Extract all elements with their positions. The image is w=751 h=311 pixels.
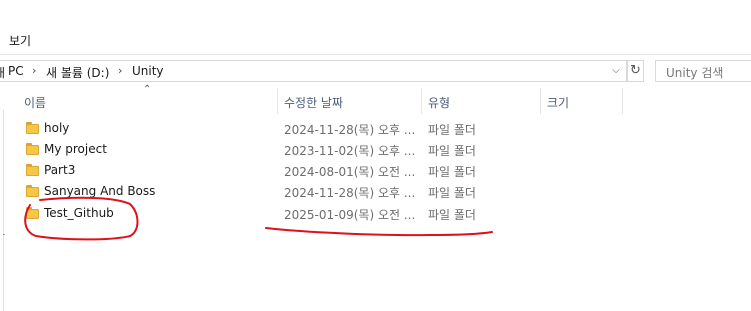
navigation-pane-edge	[3, 110, 4, 311]
sort-ascending-icon: ⌃	[143, 84, 152, 95]
list-item[interactable]: Sanyang And Boss 2024-11-28(목) 오후 ... 파일…	[20, 182, 520, 203]
item-date: 2024-08-01(목) 오전 ...	[284, 165, 416, 179]
folder-icon	[26, 164, 39, 176]
column-header-type[interactable]: 유형	[428, 94, 450, 111]
refresh-icon[interactable]: ↻	[627, 60, 644, 82]
item-name: My project	[44, 142, 107, 156]
folder-icon	[26, 122, 39, 134]
list-item[interactable]: My project 2023-11-02(목) 오후 ... 파일 폴더	[20, 140, 520, 161]
chevron-down-icon[interactable]: ⌵	[608, 62, 624, 80]
column-header-name[interactable]: 이름	[24, 94, 46, 111]
chevron-right-icon[interactable]: ›	[118, 64, 122, 77]
ribbon: 보기	[0, 0, 751, 55]
tab-view[interactable]: 보기	[9, 32, 31, 49]
item-date: 2025-01-09(목) 오전 ...	[284, 208, 416, 222]
breadcrumb-prefix: 내	[0, 64, 5, 81]
item-type: 파일 폴더	[428, 123, 476, 137]
search-input[interactable]: Unity 검색	[655, 60, 751, 82]
breadcrumb-drive[interactable]: 새 볼륨 (D:)	[46, 64, 109, 81]
list-item[interactable]: Test_Github 2025-01-09(목) 오전 ... 파일 폴더	[20, 204, 520, 225]
breadcrumb-this-pc[interactable]: PC	[8, 64, 24, 78]
item-type: 파일 폴더	[428, 165, 476, 179]
address-bar[interactable]: 내 PC › 새 볼륨 (D:) › Unity	[0, 60, 627, 82]
item-type: 파일 폴더	[428, 208, 476, 222]
item-name: Test_Github	[44, 206, 114, 220]
item-type: 파일 폴더	[428, 144, 476, 158]
folder-icon	[26, 185, 39, 197]
column-divider[interactable]	[540, 88, 541, 114]
navigation-pane-marker	[3, 234, 5, 235]
item-name: Part3	[44, 163, 76, 177]
item-type: 파일 폴더	[428, 186, 476, 200]
column-header-date[interactable]: 수정한 날짜	[284, 94, 343, 111]
column-header-size[interactable]: 크기	[547, 94, 569, 111]
item-name: holy	[44, 121, 70, 135]
annotation-underline	[265, 227, 493, 237]
item-name: Sanyang And Boss	[44, 184, 156, 198]
item-date: 2024-11-28(목) 오후 ...	[284, 186, 416, 200]
item-date: 2024-11-28(목) 오후 ...	[284, 123, 416, 137]
column-divider[interactable]	[622, 88, 623, 114]
list-item[interactable]: holy 2024-11-28(목) 오후 ... 파일 폴더	[20, 119, 520, 140]
breadcrumb-unity[interactable]: Unity	[132, 64, 164, 78]
folder-icon	[26, 143, 39, 155]
search-placeholder: Unity 검색	[666, 66, 724, 80]
column-divider[interactable]	[277, 88, 278, 114]
list-item[interactable]: Part3 2024-08-01(목) 오전 ... 파일 폴더	[20, 161, 520, 182]
item-date: 2023-11-02(목) 오후 ...	[284, 144, 416, 158]
column-divider[interactable]	[421, 88, 422, 114]
chevron-right-icon[interactable]: ›	[32, 64, 36, 77]
folder-icon	[26, 207, 39, 219]
